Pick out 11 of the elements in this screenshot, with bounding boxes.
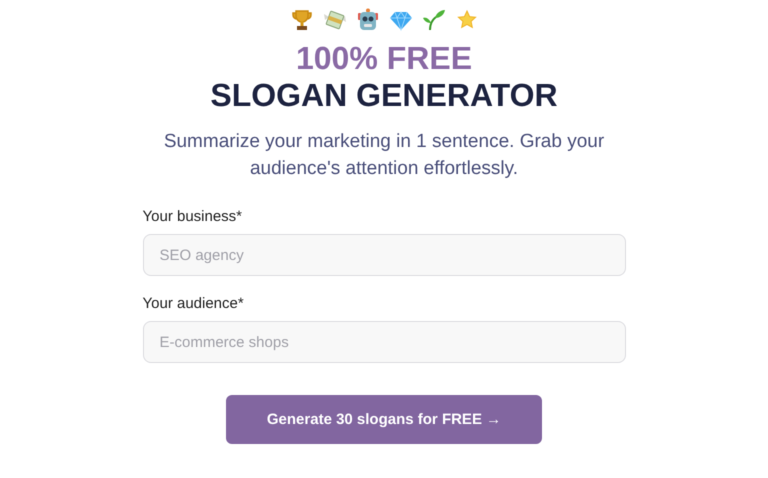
- trophy-icon: [290, 8, 314, 32]
- input-field[interactable]: E-commerce shops: [142, 321, 626, 363]
- seedling-icon: [422, 8, 446, 32]
- robot-icon: [356, 8, 380, 32]
- field-label: Your audience*: [142, 295, 244, 312]
- field-label: Your business*: [142, 208, 242, 225]
- subtitle: Summarize your marketing in 1 sentence. Grab your audience's attention effortlessly.: [162, 130, 606, 181]
- generate-button[interactable]: Generate 30 slogans for FREE →: [226, 395, 542, 444]
- title-highlight: 100% FREE: [296, 40, 472, 76]
- input-field[interactable]: SEO agency: [142, 234, 626, 276]
- page-title: SLOGAN GENERATOR: [210, 76, 558, 114]
